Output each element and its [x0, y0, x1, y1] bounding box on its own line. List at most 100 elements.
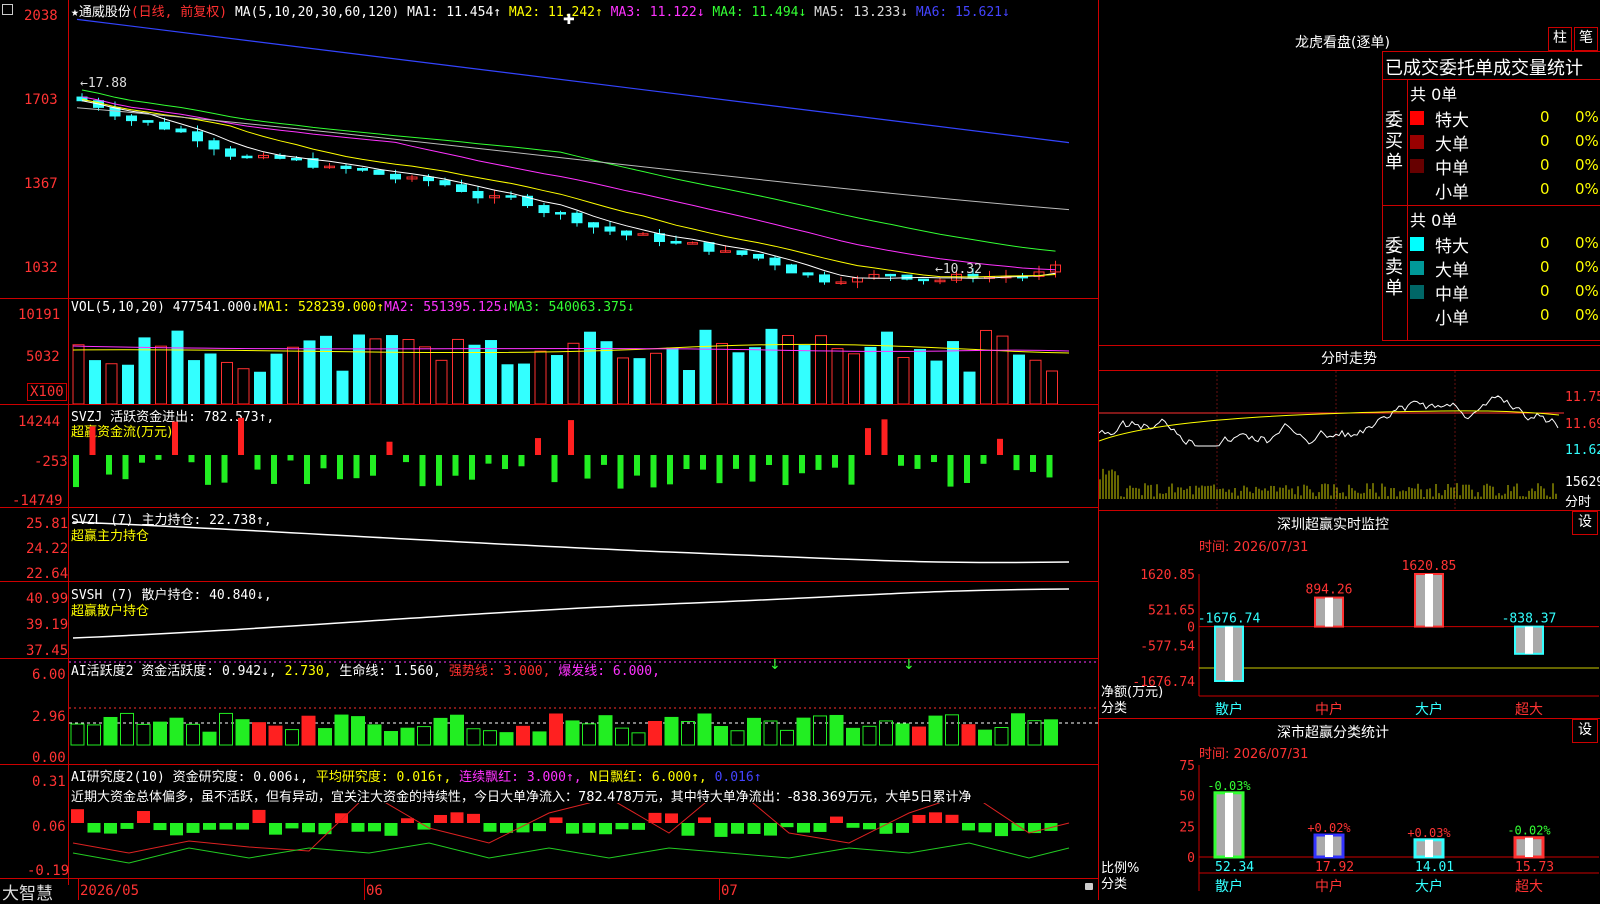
research-bar	[450, 812, 464, 823]
research-bar	[929, 812, 942, 823]
main-position-chart[interactable]	[69, 508, 1098, 581]
research-bar	[1044, 823, 1058, 831]
research-bar	[1011, 823, 1025, 831]
activity-chart[interactable]: ↓ ↓	[69, 659, 1098, 764]
candle	[786, 264, 797, 274]
order-type: 大单	[1435, 135, 1469, 155]
candle	[654, 233, 665, 242]
activity-bar	[219, 712, 233, 746]
volume-bar	[204, 353, 217, 404]
ai2-last: 0.016↑	[714, 770, 762, 785]
research-bar	[731, 823, 744, 834]
monitor-bar-chart[interactable]: 1620.85521.650-577.54-1676.74-1676.74散户8…	[1099, 550, 1600, 718]
monitor-bar-highlight	[1525, 626, 1533, 654]
activity-bar	[648, 720, 662, 746]
ai2-avg: 平均研究度: 0.016↑,	[315, 770, 452, 785]
candle	[687, 242, 698, 245]
activity-bar	[697, 713, 712, 746]
tick-mode-button[interactable]: 笔	[1574, 27, 1598, 51]
candle	[819, 274, 830, 283]
order-type: 小单	[1435, 183, 1469, 203]
ai1-axis-tick: 6.00	[32, 667, 66, 683]
research-bar	[434, 814, 447, 823]
flow-bar	[518, 455, 525, 467]
activity-bar	[862, 725, 877, 746]
research-bar	[615, 823, 629, 830]
classify-bar-chart[interactable]: 75 50 25 0 -0.03% 52.34 散户 +0.02% 17.92 中户 +0.03% 1…	[1099, 757, 1600, 900]
candle	[159, 121, 170, 130]
flow-bar	[931, 455, 937, 463]
classify-data-label: +0.03%	[1407, 826, 1451, 840]
flow-bar	[782, 455, 789, 486]
vol-ma1: MA1: 528239.000↑	[258, 300, 385, 315]
order-count: 0	[1540, 180, 1550, 198]
research-bar	[632, 823, 645, 830]
flow-bar	[881, 419, 888, 455]
order-percent: 0%	[1575, 282, 1599, 300]
flow-bar	[73, 455, 79, 488]
flow-bar	[650, 455, 657, 488]
volume-bar	[518, 363, 530, 404]
candle	[357, 167, 368, 171]
flow-bar	[254, 455, 261, 470]
research-bar	[648, 812, 662, 823]
classify-category: 散户	[1215, 878, 1243, 895]
volume-bar	[930, 360, 943, 404]
classify-category: 超大	[1515, 879, 1543, 895]
flow-bar	[667, 455, 673, 485]
classify-bar-highlight	[1425, 839, 1433, 857]
candle	[126, 115, 137, 122]
volume-bar	[897, 356, 910, 404]
activity-bar	[565, 720, 580, 746]
candle	[769, 257, 781, 266]
activity-bar	[895, 723, 910, 746]
lock-icon[interactable]	[1085, 883, 1093, 890]
research-bar	[236, 823, 249, 830]
candle	[439, 180, 451, 186]
volume-bar	[287, 346, 299, 404]
research-bar	[351, 823, 365, 832]
sell-total: 共 0单	[1410, 211, 1458, 230]
bar-mode-button[interactable]: 柱	[1548, 27, 1572, 51]
volume-bar	[221, 361, 233, 404]
order-type: 特大	[1435, 237, 1469, 257]
volume-bar	[666, 347, 679, 404]
candlestick-chart[interactable]	[69, 14, 1098, 298]
research-chart[interactable]	[69, 803, 1098, 878]
retail-position-chart[interactable]	[69, 582, 1098, 658]
monitor-settings-button[interactable]: 设	[1572, 511, 1598, 535]
candle	[571, 212, 583, 224]
candle	[538, 205, 550, 214]
intraday-title: 分时走势	[1321, 351, 1377, 367]
classify-value: 17.92	[1315, 860, 1354, 875]
volume-bar	[501, 364, 514, 404]
activity-bar	[829, 714, 844, 746]
candle	[225, 148, 236, 157]
candle	[604, 226, 616, 232]
activity-bar	[252, 722, 266, 746]
svsh-axis-tick: 39.19	[26, 617, 69, 633]
flow-bar	[716, 455, 723, 484]
classify-data-label: -0.03%	[1207, 779, 1251, 793]
volume-bar	[683, 370, 695, 404]
candle	[390, 173, 401, 180]
activity-bar	[120, 712, 134, 746]
classify-settings-button[interactable]: 设	[1572, 719, 1598, 743]
volume-chart[interactable]	[69, 318, 1098, 404]
research-bar	[467, 813, 480, 823]
date-tick: 2026/05	[80, 883, 140, 899]
flow-bar	[617, 455, 624, 489]
capital-flow-chart[interactable]	[69, 405, 1098, 507]
research-bar	[813, 823, 827, 832]
research-bar	[71, 809, 84, 823]
intraday-chart[interactable]	[1099, 371, 1564, 509]
volume-bar	[864, 346, 877, 404]
order-percent: 0%	[1575, 108, 1599, 126]
flow-bar	[386, 441, 393, 455]
corner-toggle[interactable]	[2, 4, 13, 15]
buy-rows: 特大 0 0% 大单 0 0% 中单 0 0% 小单 0 0%	[1410, 106, 1600, 203]
main-chart-area[interactable]: ★通威股份(日线, 前复权) MA(5,10,20,30,60,120) MA1…	[0, 0, 1100, 904]
flow-bar	[799, 455, 805, 474]
classify-data-label: -0.02%	[1507, 824, 1551, 838]
order-percent: 0%	[1575, 180, 1599, 198]
